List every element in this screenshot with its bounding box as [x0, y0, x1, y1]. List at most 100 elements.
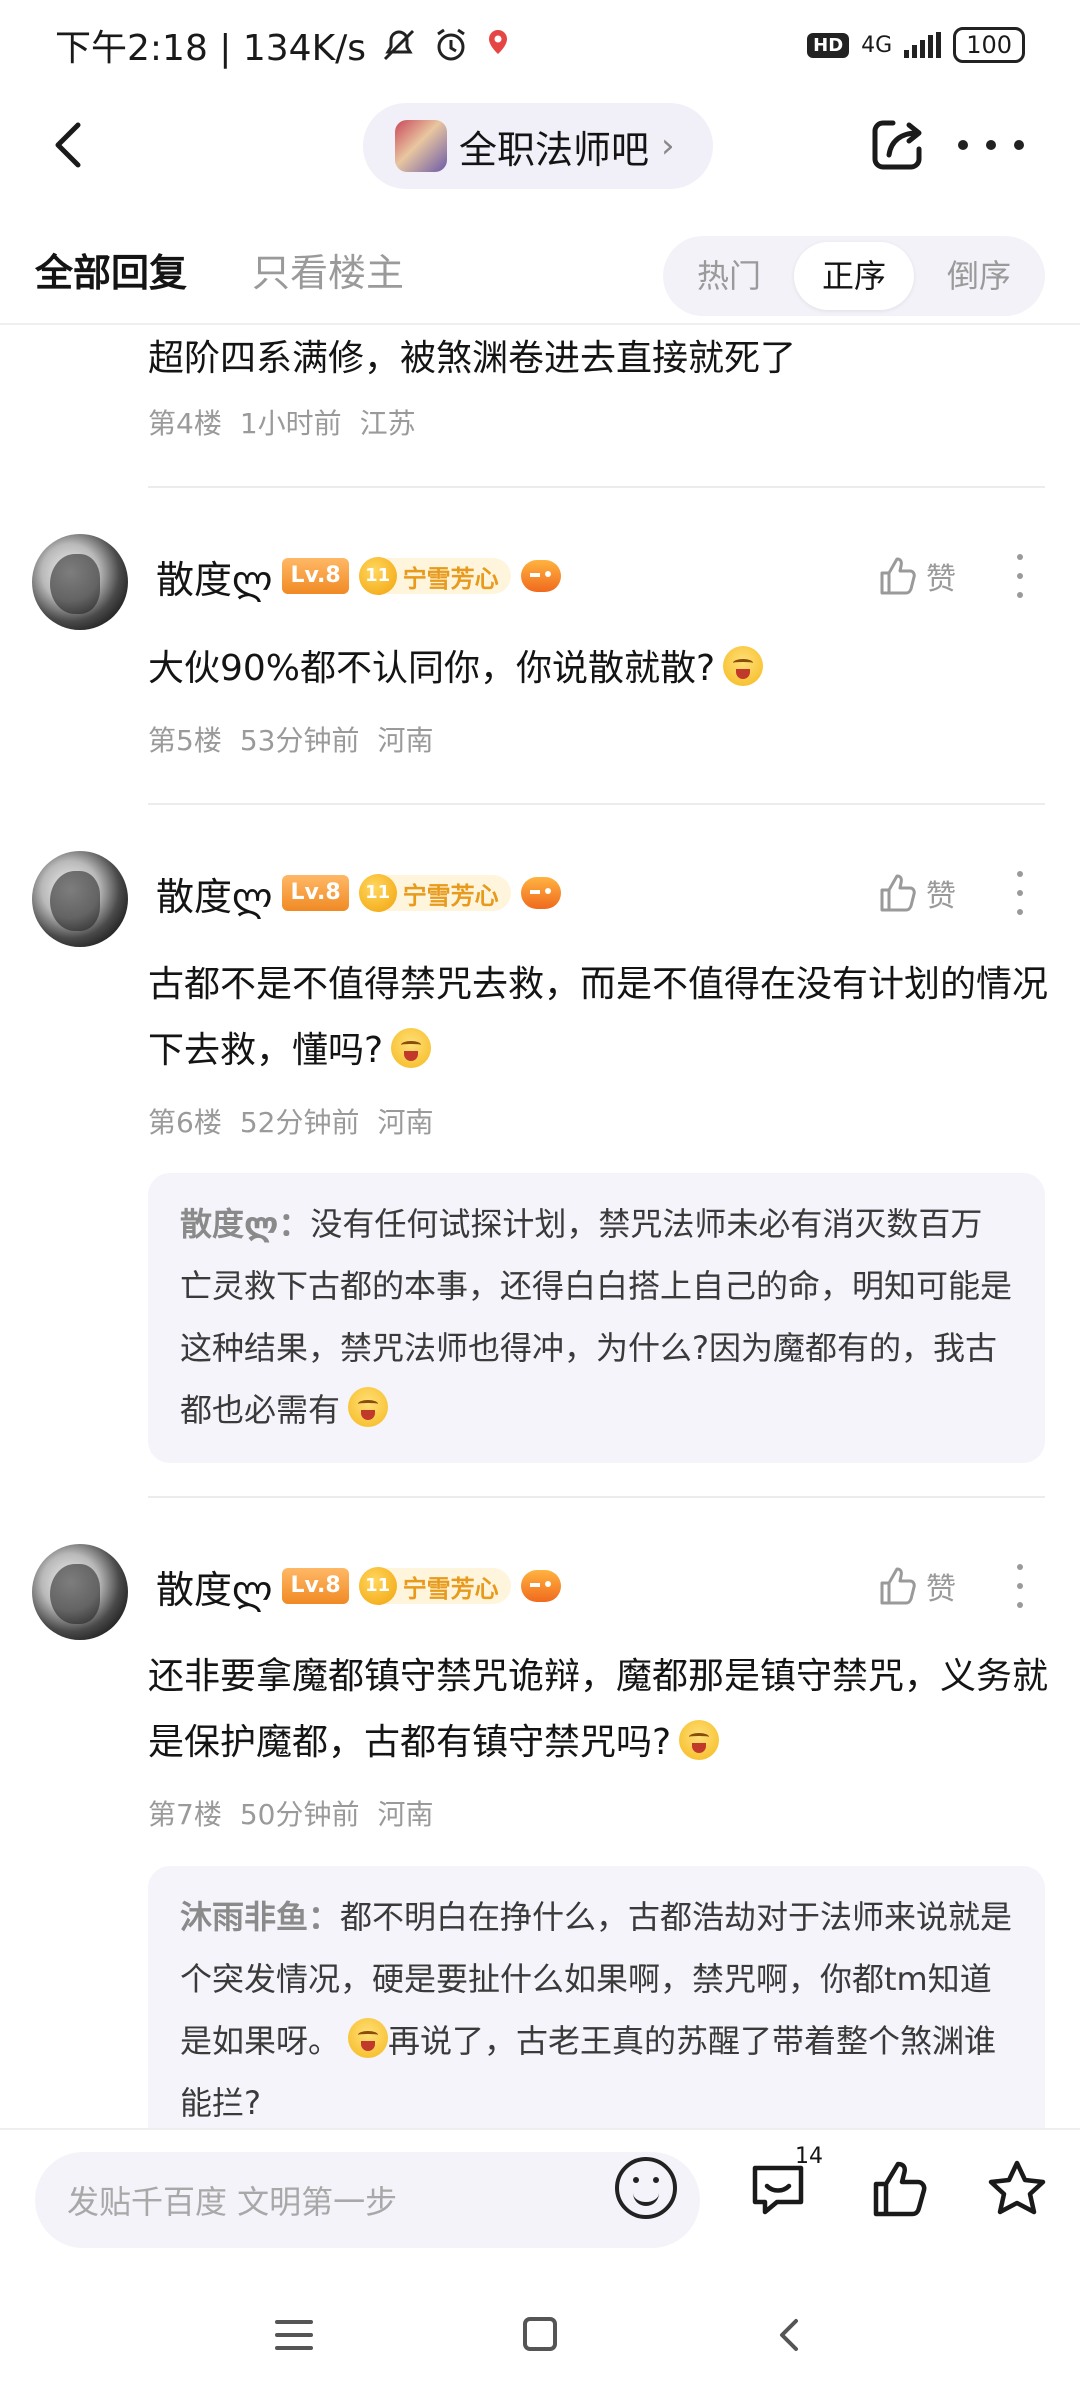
thumbs-up-icon — [880, 1567, 916, 1605]
post-time: 53分钟前 — [239, 724, 360, 757]
post-content: 还非要拿魔都镇守禁咒诡辩，魔都那是镇守禁咒，义务就是保护魔都，古都有镇守禁咒吗? — [148, 1644, 1048, 1776]
menu-line-icon — [275, 2333, 313, 2337]
user-info: 散度ლ Lv.8 11 宁雪芳心 — [156, 546, 561, 606]
gamepad-icon — [520, 1570, 561, 1602]
sort-descending[interactable]: 倒序 — [919, 242, 1039, 310]
sort-ascending[interactable]: 正序 — [794, 242, 914, 310]
back-button[interactable] — [40, 115, 100, 175]
like-label: 赞 — [926, 562, 956, 597]
fan-badge-name: 宁雪芳心 — [402, 881, 499, 910]
dot-icon — [1014, 140, 1024, 150]
post-meta: 第4楼 1小时前 江苏 — [148, 402, 416, 442]
system-back-button[interactable] — [770, 2315, 810, 2355]
sub-reply-box[interactable]: 沐雨非鱼：都不明白在挣什么，古都浩劫对于法师来说就是个突发情况，硬是要扯什么如果… — [148, 1866, 1045, 2128]
dot-icon — [1017, 1564, 1023, 1570]
favorite-button[interactable] — [985, 2158, 1049, 2220]
dot-icon — [1017, 890, 1023, 896]
fan-level-icon: 11 — [358, 874, 397, 912]
post-location: 河南 — [377, 1798, 434, 1831]
sub-reply-box[interactable]: 散度ლ：没有任何试探计划，禁咒法师未必有消灭数百万亡灵救下古都的本事，还得白白搭… — [148, 1173, 1045, 1463]
post-location: 江苏 — [359, 407, 416, 440]
status-right: HD 4G 100 — [807, 27, 1025, 63]
battery-level: 100 — [966, 31, 1012, 59]
status-left: 下午2:18 | 134K/s — [55, 19, 512, 71]
divider — [148, 803, 1045, 805]
recent-apps-button[interactable] — [275, 2320, 313, 2350]
dot-icon — [958, 140, 968, 150]
like-button[interactable]: 赞 — [876, 871, 956, 915]
post-meta: 第7楼 50分钟前 河南 — [148, 1793, 433, 1833]
post-location: 河南 — [377, 724, 434, 757]
post-location: 河南 — [377, 1106, 434, 1139]
username[interactable]: 散度ლ — [156, 866, 272, 921]
quote-author[interactable]: 散度ლ： — [180, 1205, 310, 1243]
post-time: 50分钟前 — [239, 1798, 360, 1831]
divider — [148, 1496, 1045, 1498]
like-label: 赞 — [926, 1572, 956, 1607]
username[interactable]: 散度ლ — [156, 549, 272, 604]
post-more-button[interactable] — [1010, 554, 1030, 598]
post-text: 超阶四系满修，被煞渊卷进去直接就死了 — [148, 338, 797, 379]
location-pin-icon — [489, 30, 508, 54]
gamepad-icon — [520, 560, 561, 592]
post-text: 大伙90%都不认同你，你说散就散? — [148, 648, 716, 689]
username[interactable]: 散度ლ — [156, 1559, 272, 1614]
menu-line-icon — [275, 2320, 313, 2324]
emoji-button[interactable] — [615, 2157, 677, 2219]
quote-author[interactable]: 沐雨非鱼： — [180, 1898, 340, 1936]
avatar[interactable] — [32, 851, 128, 947]
avatar[interactable] — [32, 1544, 128, 1640]
floor-number: 第4楼 — [148, 407, 222, 440]
menu-line-icon — [275, 2346, 313, 2350]
post-text: 还非要拿魔都镇守禁咒诡辩，魔都那是镇守禁咒，义务就是保护魔都，古都有镇守禁咒吗? — [148, 1656, 1049, 1763]
level-badge: Lv.8 — [282, 558, 349, 594]
avatar[interactable] — [32, 534, 128, 630]
level-badge: Lv.8 — [282, 875, 349, 911]
post-content: 古都不是不值得禁咒去救，而是不值得在没有计划的情况下去救，懂吗? — [148, 952, 1048, 1084]
post-meta: 第5楼 53分钟前 河南 — [148, 719, 433, 759]
thumbs-up-icon — [873, 2161, 927, 2217]
signal-icon — [904, 32, 942, 58]
battery-icon: 100 — [953, 27, 1025, 63]
status-time: 下午2:18 | 134K/s — [55, 28, 367, 69]
like-post-button[interactable] — [868, 2158, 930, 2220]
home-button[interactable] — [523, 2317, 557, 2351]
dot-icon — [1017, 592, 1023, 598]
post-more-button[interactable] — [1010, 1564, 1030, 1608]
like-button[interactable]: 赞 — [876, 554, 956, 598]
fan-badge: 11 宁雪芳心 — [358, 1567, 511, 1605]
like-button[interactable]: 赞 — [876, 1564, 956, 1608]
star-icon — [988, 2160, 1046, 2215]
more-options-button[interactable] — [958, 113, 1024, 177]
chevron-left-icon — [780, 2319, 798, 2351]
reply-tabs: 全部回复 只看楼主 热门 正序 倒序 — [0, 220, 1080, 325]
emoji-icon — [348, 2018, 389, 2058]
fan-badge-name: 宁雪芳心 — [402, 1574, 499, 1603]
tab-all-replies[interactable]: 全部回复 — [35, 242, 187, 297]
share-button[interactable] — [865, 113, 929, 177]
dot-icon — [1017, 871, 1023, 877]
level-badge: Lv.8 — [282, 1568, 349, 1604]
comment-count: 14 — [795, 2144, 823, 2169]
emoji-icon — [679, 1720, 720, 1760]
post-time: 52分钟前 — [239, 1106, 360, 1139]
tab-op-only[interactable]: 只看楼主 — [252, 242, 404, 297]
emoji-icon — [391, 1028, 432, 1068]
floor-number: 第6楼 — [148, 1106, 222, 1139]
like-label: 赞 — [926, 879, 956, 914]
fan-level-icon: 11 — [358, 1567, 397, 1605]
post-more-button[interactable] — [1010, 871, 1030, 915]
fan-level-icon: 11 — [358, 557, 397, 595]
bottom-action-bar: 发贴千百度 文明第一步 14 — [0, 2128, 1080, 2268]
status-bar: 下午2:18 | 134K/s HD 4G 100 — [0, 0, 1080, 90]
alarm-icon — [437, 28, 465, 61]
post-time: 1小时前 — [239, 407, 342, 440]
reply-feed: 超阶四系满修，被煞渊卷进去直接就死了 第4楼 1小时前 江苏 散度ლ Lv.8 … — [0, 326, 1080, 2128]
sort-hot[interactable]: 热门 — [669, 242, 789, 310]
gamepad-icon — [520, 877, 561, 909]
forum-link[interactable]: 全职法师吧 › — [363, 103, 713, 189]
forum-avatar — [395, 120, 447, 172]
reply-input[interactable]: 发贴千百度 文明第一步 — [35, 2152, 700, 2248]
fan-badge: 11 宁雪芳心 — [358, 557, 511, 595]
emoji-icon — [348, 1387, 389, 1427]
